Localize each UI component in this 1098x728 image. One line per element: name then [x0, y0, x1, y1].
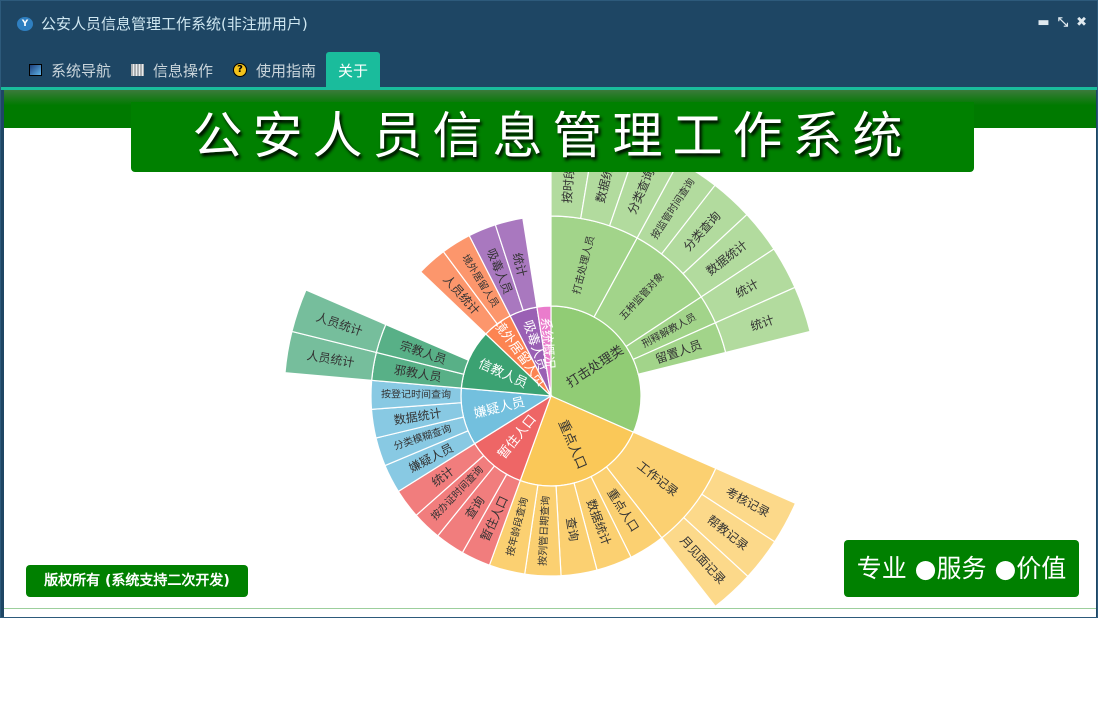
slogan-label: 专业 ●服务 ●价值	[844, 540, 1079, 597]
copyright-label: 版权所有 (系统支持二次开发)	[26, 565, 248, 597]
sunburst-label: 按登记时间查询	[381, 387, 451, 400]
system-banner: 公安人员信息管理工作系统	[131, 102, 974, 172]
